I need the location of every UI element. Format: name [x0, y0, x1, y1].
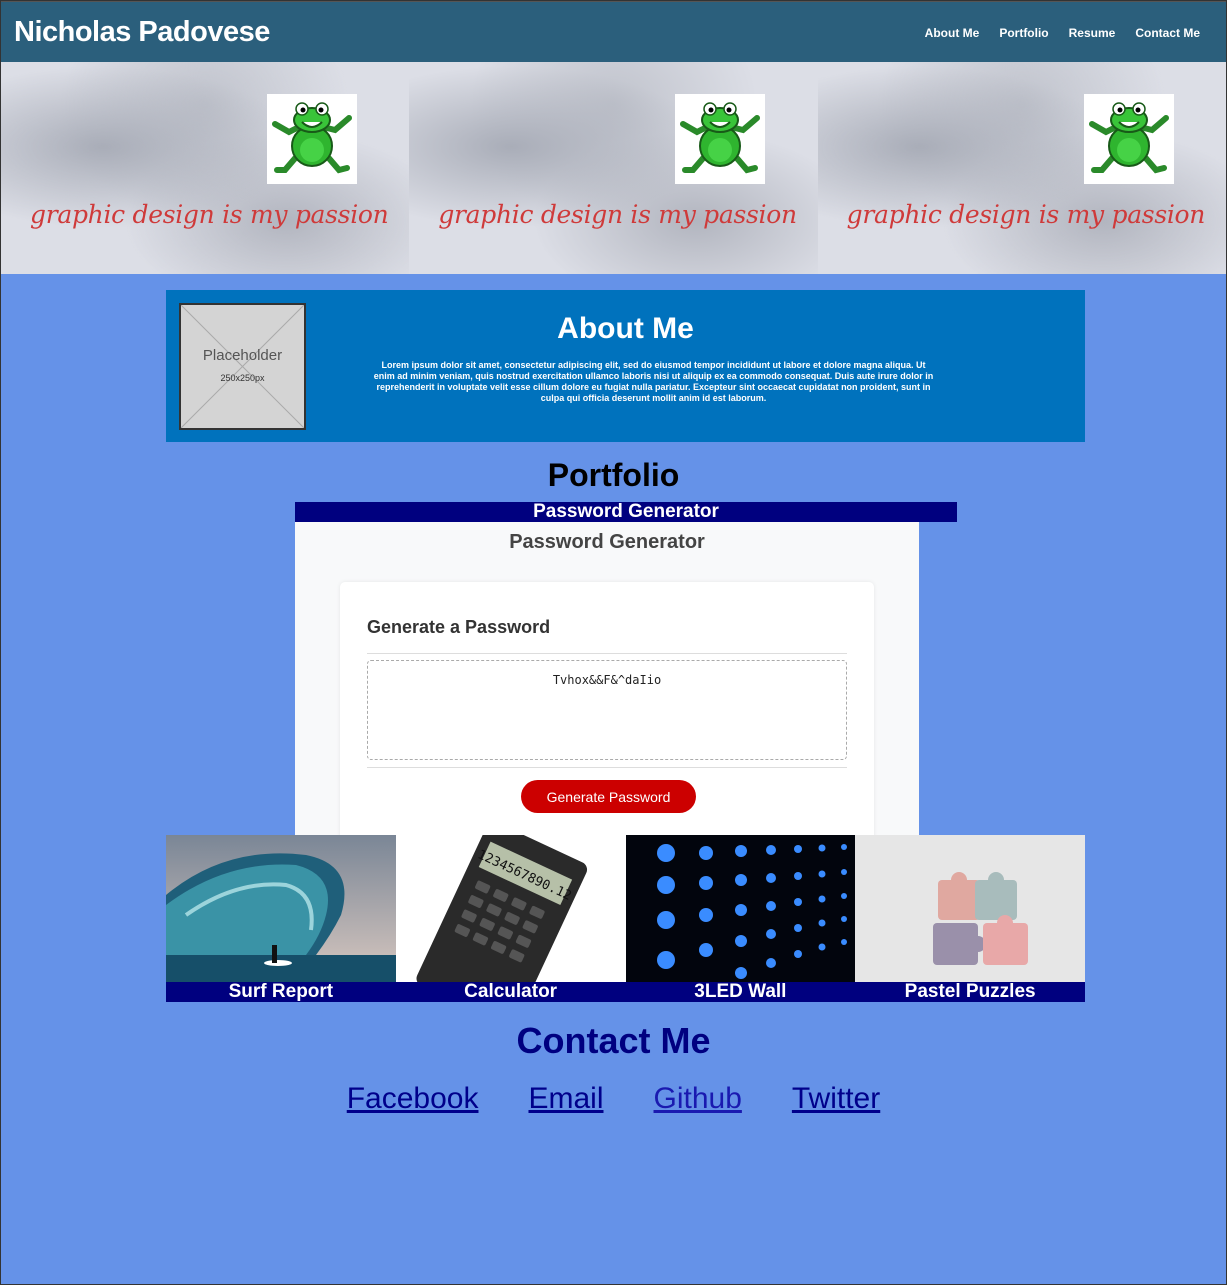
banner-caption: graphic design is my passion	[438, 200, 797, 229]
portfolio-title: Portfolio	[547, 457, 680, 493]
frog-image	[267, 94, 357, 184]
frog-image	[1083, 94, 1174, 184]
nav-contact-me[interactable]: Contact Me	[1135, 26, 1200, 40]
banner-caption: graphic design is my passion	[846, 200, 1206, 229]
card-title: Generate a Password	[367, 617, 551, 637]
project-3led-wall[interactable]: 3LED Wall	[625, 835, 856, 1002]
about-section: Placeholder 250x250px About Me Lorem ips…	[166, 290, 1085, 442]
calculator-image: 1234567890.12	[395, 835, 626, 982]
nav-portfolio[interactable]: Portfolio	[999, 26, 1048, 40]
about-title: About Me	[557, 312, 694, 345]
email-link[interactable]: Email	[528, 1082, 603, 1116]
twitter-link[interactable]: Twitter	[792, 1082, 880, 1116]
project-label: Pastel Puzzles	[855, 982, 1085, 1002]
placeholder-size: 250x250px	[220, 373, 265, 383]
project-label: Surf Report	[166, 982, 396, 1002]
facebook-link[interactable]: Facebook	[347, 1082, 479, 1116]
frog-image	[675, 94, 766, 184]
project-label: 3LED Wall	[625, 982, 856, 1002]
site-header: Nicholas Padovese About Me Portfolio Res…	[1, 1, 1226, 62]
featured-project-label[interactable]: Password Generator	[295, 502, 957, 522]
featured-project-preview[interactable]: Password Generator Generate a Password T…	[295, 522, 919, 836]
puzzle-image	[855, 835, 1085, 982]
password-card: Generate a Password Tvhox&&F&^daIio Gene…	[340, 582, 874, 836]
banner-tile: graphic design is my passion	[1, 62, 410, 274]
project-pastel-puzzles[interactable]: Pastel Puzzles	[855, 835, 1085, 1002]
banner-tile: graphic design is my passion	[817, 62, 1226, 274]
site-title: Nicholas Padovese	[14, 16, 270, 48]
surf-image	[166, 835, 396, 982]
banner-tile: graphic design is my passion	[409, 62, 818, 274]
main-nav: About Me Portfolio Resume Contact Me	[925, 26, 1200, 40]
contact-title: Contact Me	[516, 1020, 711, 1061]
about-text: Lorem ipsum dolor sit amet, consectetur …	[373, 360, 934, 403]
project-label: Calculator	[395, 982, 626, 1002]
divider	[367, 767, 847, 768]
project-surf-report[interactable]: Surf Report	[166, 835, 396, 1002]
password-output[interactable]: Tvhox&&F&^daIio	[367, 660, 847, 760]
project-calculator[interactable]: 1234567890.12 Calculator	[395, 835, 626, 1002]
led-wall-image	[625, 835, 856, 982]
app-heading: Password Generator	[509, 531, 705, 553]
contact-links: Facebook Email Github Twitter	[1, 1082, 1226, 1116]
nav-resume[interactable]: Resume	[1069, 26, 1116, 40]
placeholder-label: Placeholder	[202, 347, 283, 364]
divider	[367, 653, 847, 654]
nav-about-me[interactable]: About Me	[925, 26, 980, 40]
github-link[interactable]: Github	[654, 1082, 742, 1116]
banner-caption: graphic design is my passion	[30, 200, 389, 229]
hero-banner: graphic design is my passion graphic des…	[1, 62, 1226, 274]
project-grid: Surf Report 1234567890.12 Calculator 3LE…	[166, 835, 1085, 1002]
generate-password-button[interactable]: Generate Password	[521, 780, 696, 813]
